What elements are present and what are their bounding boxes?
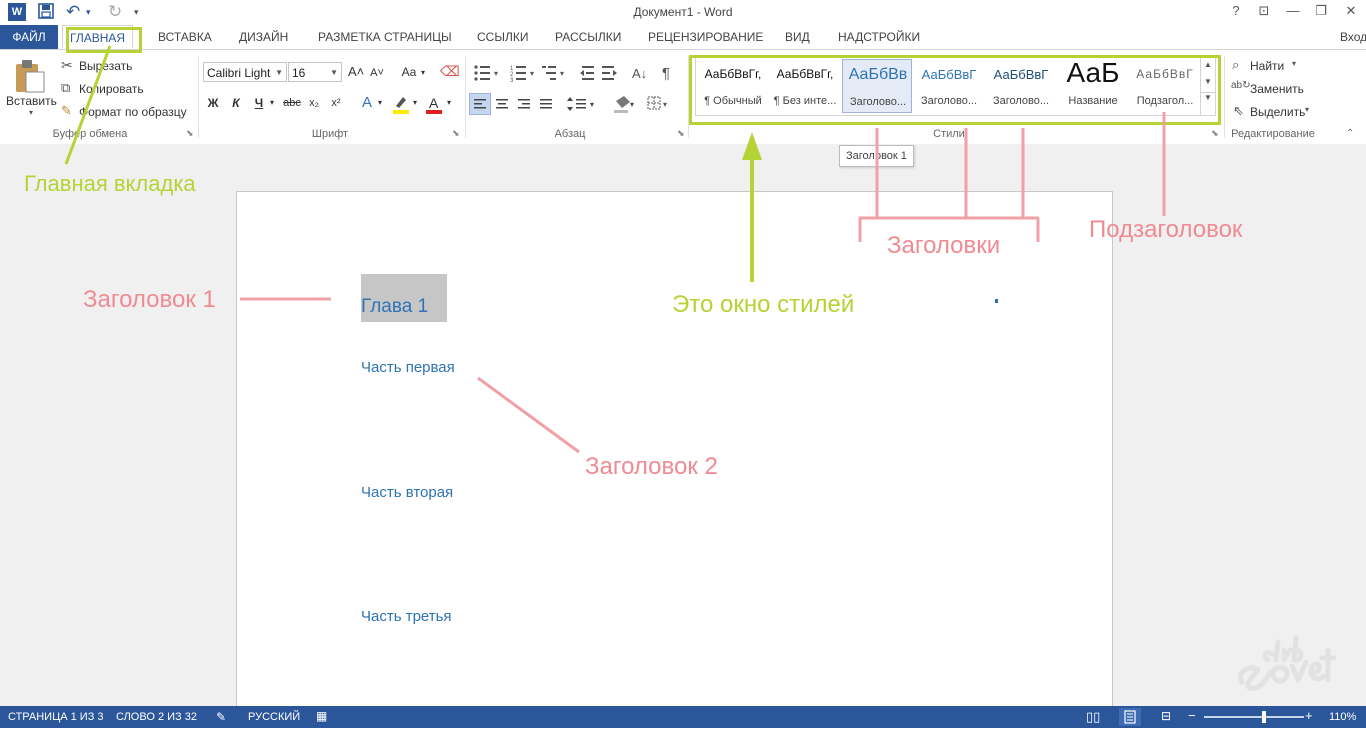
status-bar: СТРАНИЦА 1 ИЗ 3 СЛОВО 2 ИЗ 32 ✎ РУССКИЙ … xyxy=(0,706,1366,728)
zoom-level[interactable]: 110% xyxy=(1329,711,1356,723)
zoom-in-button[interactable]: + xyxy=(1305,708,1313,723)
zoom-slider-thumb[interactable] xyxy=(1262,711,1266,723)
annotation-heading-1: Заголовок 1 xyxy=(83,286,216,313)
read-mode-icon[interactable]: ▯▯ xyxy=(1086,709,1100,725)
web-layout-icon[interactable]: ⊟ xyxy=(1161,709,1171,723)
club-sovet-watermark-logo xyxy=(1238,635,1336,691)
proofing-icon[interactable]: ✎ xyxy=(216,710,226,724)
annotation-headings: Заголовки xyxy=(887,232,1001,259)
annotation-lines xyxy=(64,45,1166,454)
page-count[interactable]: СТРАНИЦА 1 ИЗ 3 xyxy=(8,711,104,723)
zoom-out-button[interactable]: − xyxy=(1188,708,1196,723)
annotation-subheading: Подзаголовок xyxy=(1089,216,1243,243)
annotation-styles-window: Это окно стилей xyxy=(672,291,855,318)
language[interactable]: РУССКИЙ xyxy=(248,711,300,723)
macro-record-icon[interactable]: ▦ xyxy=(316,709,327,723)
zoom-slider-track[interactable] xyxy=(1204,711,1304,723)
word-count[interactable]: СЛОВО 2 ИЗ 32 xyxy=(116,711,197,723)
annotation-home-tab: Главная вкладка xyxy=(24,171,196,196)
print-layout-icon[interactable] xyxy=(1119,708,1141,726)
annotation-heading-2: Заголовок 2 xyxy=(585,453,718,480)
